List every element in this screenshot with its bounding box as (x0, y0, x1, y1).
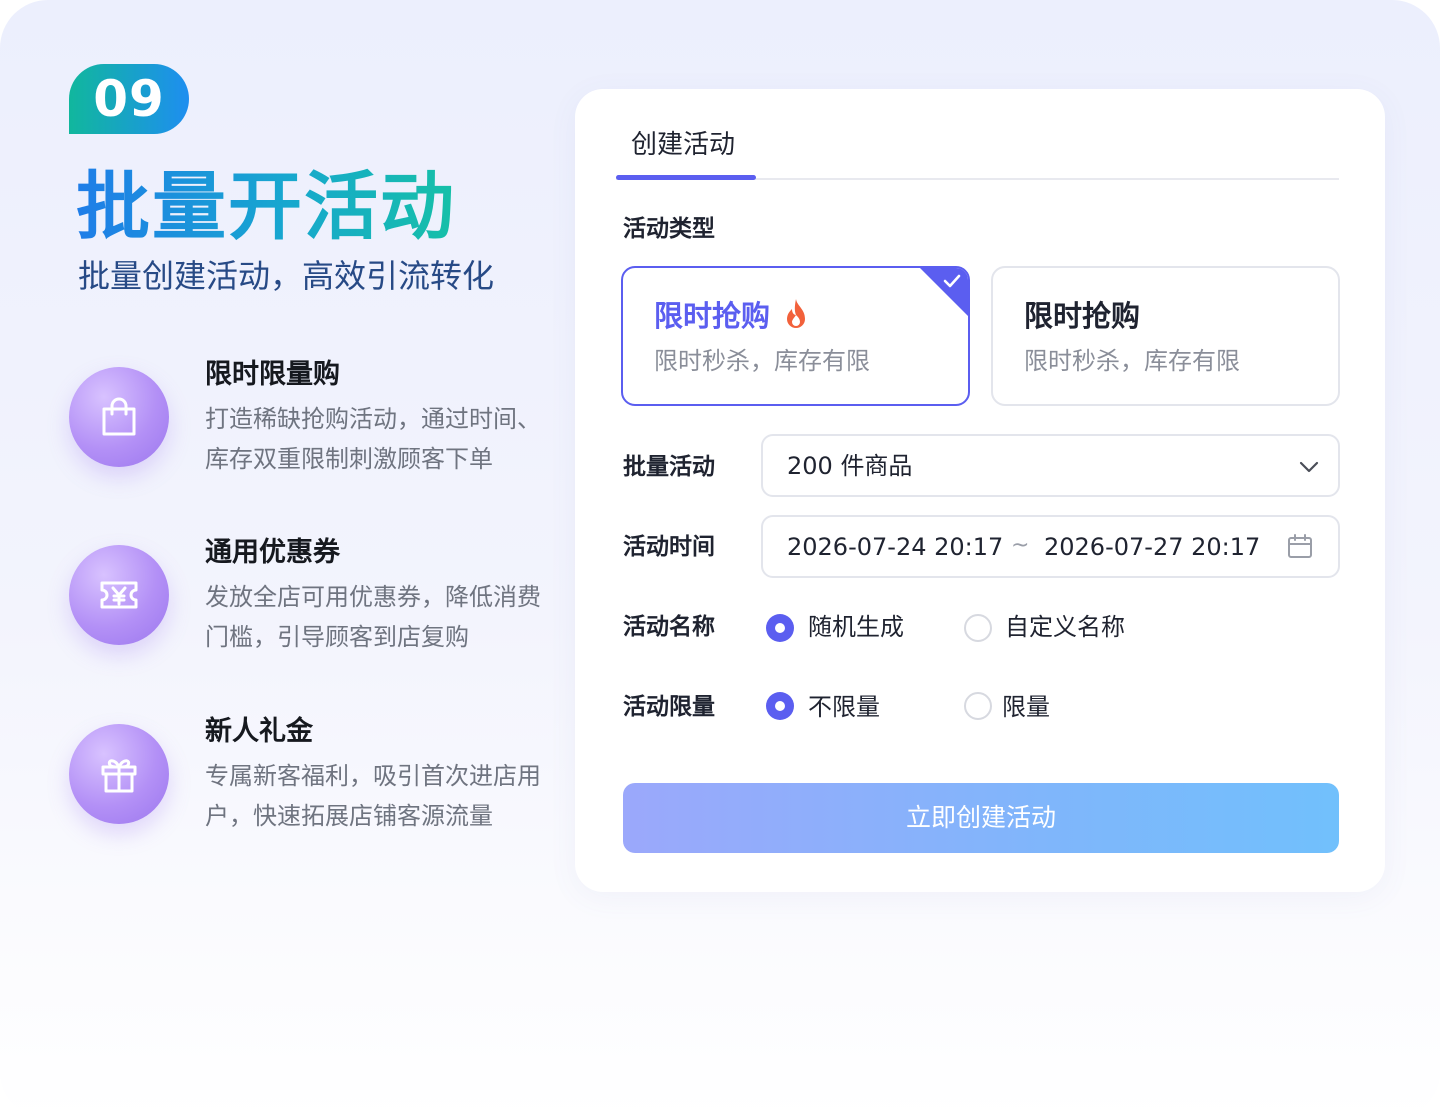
feature-desc-line: 打造稀缺抢购活动，通过时间、 (205, 405, 541, 433)
feature-desc-line: 库存双重限制刺激顾客下单 (205, 445, 493, 473)
feature-desc-line: 专属新客福利，吸引首次进店用 (205, 762, 541, 790)
end-datetime: 2026-07-27 20:17 (1044, 533, 1261, 561)
activity-time-label: 活动时间 (623, 534, 715, 560)
activity-type-option-flash-sale-alt[interactable]: 限时抢购 限时秒杀，库存有限 (991, 266, 1340, 406)
feature-desc-line: 发放全店可用优惠券，降低消费 (205, 583, 541, 611)
batch-products-select[interactable]: 200 件商品 (761, 434, 1340, 497)
select-value: 200 件商品 (787, 452, 913, 480)
option-description: 限时秒杀，库存有限 (1024, 347, 1240, 375)
hero-title: 批量开活动 (76, 164, 456, 250)
date-range-picker[interactable]: 2026-07-24 20:17 ~ 2026-07-27 20:17 (761, 515, 1340, 578)
fire-icon (787, 299, 805, 328)
chevron-down-icon (1299, 461, 1319, 473)
calendar-icon (1288, 534, 1312, 558)
start-datetime: 2026-07-24 20:17 (787, 533, 1004, 561)
option-description: 限时秒杀，库存有限 (654, 347, 870, 375)
feature-description: 打造稀缺抢购活动，通过时间、 库存双重限制刺激顾客下单 (205, 399, 565, 479)
radio-random-name[interactable] (766, 614, 794, 642)
radio-limited[interactable] (964, 692, 992, 720)
feature-desc-line: 门槛，引导顾客到店复购 (205, 623, 469, 651)
option-title: 限时抢购 (1024, 299, 1141, 333)
feature-title: 新人礼金 (205, 716, 313, 747)
feature-icon-circle (69, 724, 169, 824)
feature-icon-circle (69, 545, 169, 645)
feature-title: 限时限量购 (205, 359, 340, 390)
feature-description: 专属新客福利，吸引首次进店用 户，快速拓展店铺客源流量 (205, 756, 565, 836)
activity-name-label: 活动名称 (623, 614, 715, 640)
coupon-yen-icon (100, 581, 138, 609)
feature-description: 发放全店可用优惠券，降低消费 门槛，引导顾客到店复购 (205, 577, 565, 657)
step-number-badge: 09 (69, 64, 189, 134)
gift-icon (101, 759, 137, 793)
active-tab-indicator (616, 175, 756, 180)
radio-label-limited[interactable]: 限量 (1002, 690, 1050, 724)
tab-create-activity[interactable]: 创建活动 (631, 127, 735, 163)
feature-title: 通用优惠券 (205, 537, 340, 568)
page-background: 09 批量开活动 批量创建活动，高效引流转化 限时限量购 打造稀缺抢购活动，通过… (0, 0, 1440, 1120)
feature-icon-circle (69, 367, 169, 467)
radio-unlimited[interactable] (766, 692, 794, 720)
range-separator: ~ (1011, 533, 1030, 558)
radio-custom-name[interactable] (964, 614, 992, 642)
activity-type-option-flash-sale[interactable]: 限时抢购 限时秒杀，库存有限 (621, 266, 970, 406)
radio-label-random-name[interactable]: 随机生成 (808, 610, 904, 644)
feature-desc-line: 户，快速拓展店铺客源流量 (205, 802, 493, 830)
radio-label-custom-name[interactable]: 自定义名称 (1005, 610, 1125, 644)
radio-label-unlimited[interactable]: 不限量 (808, 690, 880, 724)
feature-item: 限时限量购 打造稀缺抢购活动，通过时间、 库存双重限制刺激顾客下单 (69, 359, 569, 497)
hero-subtitle: 批量创建活动，高效引流转化 (78, 257, 495, 295)
activity-type-label: 活动类型 (623, 216, 715, 242)
create-activity-button[interactable]: 立即创建活动 (623, 783, 1339, 853)
check-icon (943, 274, 961, 288)
batch-activity-label: 批量活动 (623, 454, 715, 480)
create-activity-card: 创建活动 活动类型 限时抢购 限时秒杀，库存有限 限时抢购 限时秒杀，库存有限 … (575, 89, 1385, 892)
feature-item: 新人礼金 专属新客福利，吸引首次进店用 户，快速拓展店铺客源流量 (69, 716, 569, 854)
option-title: 限时抢购 (654, 299, 771, 333)
shopping-bag-icon (102, 397, 136, 436)
feature-item: 通用优惠券 发放全店可用优惠券，降低消费 门槛，引导顾客到店复购 (69, 537, 569, 675)
activity-limit-label: 活动限量 (623, 694, 715, 720)
